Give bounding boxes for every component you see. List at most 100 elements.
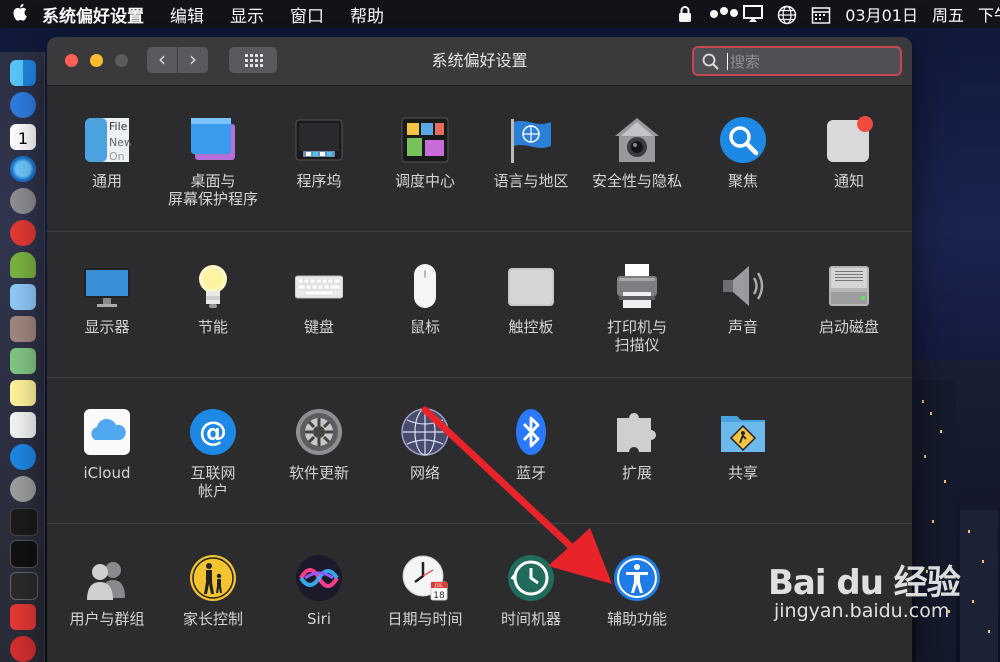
pane-general[interactable]: File New On 通用	[54, 86, 160, 226]
displays-icon	[84, 268, 130, 307]
mission-control-icon	[401, 117, 449, 163]
menu-view[interactable]: 显示	[230, 2, 264, 27]
pane-mouse[interactable]: 鼠标	[372, 232, 478, 372]
activity-monitor-dock-icon[interactable]	[10, 508, 38, 536]
pane-software-update[interactable]: 软件更新	[266, 378, 372, 518]
search-field[interactable]	[692, 46, 902, 76]
terminal-dock-icon[interactable]	[10, 540, 38, 568]
pane-label: 用户与群组	[69, 610, 145, 628]
pane-internet-accounts[interactable]: @ 互联网 帐户	[160, 378, 266, 518]
pane-sharing[interactable]: 共享	[690, 378, 796, 518]
pane-energy-saver[interactable]: 节能	[160, 232, 266, 372]
sound-icon	[723, 266, 764, 306]
siri-icon	[296, 555, 342, 601]
finder-dock-icon[interactable]	[10, 60, 36, 86]
pane-accessibility[interactable]: 辅助功能	[584, 524, 690, 662]
pane-mission-control[interactable]: 调度中心	[372, 86, 478, 226]
menu-help[interactable]: 帮助	[350, 2, 384, 27]
pane-label: 网络	[409, 464, 440, 482]
pane-keyboard[interactable]: 键盘	[266, 232, 372, 372]
security-privacy-icon	[615, 118, 659, 162]
contacts-dock-icon[interactable]	[10, 316, 36, 342]
desktop-screensaver-icon	[191, 118, 235, 160]
calendar-day: 18	[433, 591, 445, 601]
pane-label: 程序坞	[296, 172, 342, 190]
language-region-icon	[511, 119, 551, 163]
pane-parental-controls[interactable]: 家长控制	[160, 524, 266, 662]
search-icon	[702, 53, 720, 75]
red-dock-icon-bottom[interactable]	[10, 636, 36, 662]
console-dock-icon[interactable]	[10, 572, 38, 600]
menu-weekday[interactable]: 周五	[932, 2, 964, 26]
appstore-blue-dock-icon[interactable]	[10, 92, 36, 118]
pane-displays[interactable]: 显示器	[54, 232, 160, 372]
notes-dock-icon[interactable]	[10, 380, 36, 406]
preferences-section-internet: iCloud @ 互联网 帐户 软件更新 网络 蓝牙 扩展 共享	[47, 378, 912, 524]
preview-dock-icon[interactable]	[10, 284, 36, 310]
pane-language-region[interactable]: 语言与地区	[478, 86, 584, 226]
trackpad-icon	[508, 268, 554, 306]
pane-extensions[interactable]: 扩展	[584, 378, 690, 518]
users-groups-icon	[87, 562, 125, 600]
pane-icloud[interactable]: iCloud	[54, 378, 160, 518]
general-icon: File NewOn	[85, 118, 131, 163]
menu-date[interactable]: 03月01日	[845, 2, 918, 26]
pane-label: 蓝牙	[515, 464, 546, 482]
sharing-icon	[721, 416, 765, 452]
time-machine-icon	[508, 555, 554, 601]
lock-icon[interactable]	[675, 5, 695, 23]
pane-trackpad[interactable]: 触控板	[478, 232, 584, 372]
pane-label: 鼠标	[409, 318, 440, 336]
menu-edit[interactable]: 编辑	[170, 2, 204, 27]
pane-siri[interactable]: Siri	[266, 524, 372, 662]
pane-notifications[interactable]: 通知	[796, 86, 902, 226]
pane-spotlight[interactable]: 聚焦	[690, 86, 796, 226]
pane-date-time[interactable]: JUL 18 日期与时间	[372, 524, 478, 662]
accessibility-icon	[614, 555, 660, 601]
menu-time[interactable]: 下午	[978, 2, 1000, 26]
pane-label: 调度中心	[394, 172, 455, 190]
parental-controls-icon	[190, 555, 236, 601]
dock-calendar-day: 1	[17, 129, 29, 148]
pane-startup-disk[interactable]: 启动磁盘	[796, 232, 902, 372]
reminders-dock-icon[interactable]	[10, 412, 36, 438]
system-preferences-dock-icon[interactable]	[10, 476, 36, 502]
pane-security-privacy[interactable]: 安全性与隐私	[584, 86, 690, 226]
calendar-dock-icon[interactable]: 1	[10, 124, 36, 150]
pane-time-machine[interactable]: 时间机器	[478, 524, 584, 662]
spotlight-icon	[720, 117, 766, 163]
vivaldi-dock-icon[interactable]	[10, 604, 36, 630]
menu-window[interactable]: 窗口	[290, 2, 324, 27]
pane-label: 桌面与 屏幕保护程序	[167, 172, 258, 208]
pane-users-groups[interactable]: 用户与群组	[54, 524, 160, 662]
pane-printers-scanners[interactable]: 打印机与 扫描仪	[584, 232, 690, 372]
android-dock-icon[interactable]	[10, 252, 36, 278]
pane-bluetooth[interactable]: 蓝牙	[478, 378, 584, 518]
globe-icon[interactable]	[777, 5, 797, 25]
appstore-dock-icon[interactable]	[10, 444, 36, 470]
maps-dock-icon[interactable]	[10, 348, 36, 374]
red-app-dock-icon[interactable]	[10, 220, 36, 246]
svg-text:On: On	[109, 150, 125, 163]
pane-dock[interactable]: 程序坞	[266, 86, 372, 226]
safari-dock-icon[interactable]	[10, 156, 36, 182]
pane-network[interactable]: 网络	[372, 378, 478, 518]
software-update-icon	[296, 409, 342, 455]
apple-menu-icon[interactable]	[0, 2, 42, 26]
pane-label: 通用	[91, 172, 122, 190]
extensions-icon	[617, 413, 656, 452]
dots-menu-icon[interactable]	[709, 5, 739, 23]
notifications-icon	[827, 116, 873, 162]
menu-app-name[interactable]: 系统偏好设置	[42, 2, 144, 27]
airplay-icon[interactable]	[743, 5, 764, 23]
pane-label: 聚焦	[727, 172, 758, 190]
launchpad-dock-icon[interactable]	[10, 188, 36, 214]
calendar-menu-icon[interactable]	[811, 5, 831, 24]
pane-label: 安全性与隐私	[591, 172, 682, 190]
pane-sound[interactable]: 声音	[690, 232, 796, 372]
watermark-brand: Bai du 经验	[768, 563, 961, 603]
pane-desktop-screensaver[interactable]: 桌面与 屏幕保护程序	[160, 86, 266, 226]
pane-label: 触控板	[508, 318, 554, 336]
pane-label: 语言与地区	[493, 172, 569, 190]
search-input[interactable]	[728, 50, 892, 74]
